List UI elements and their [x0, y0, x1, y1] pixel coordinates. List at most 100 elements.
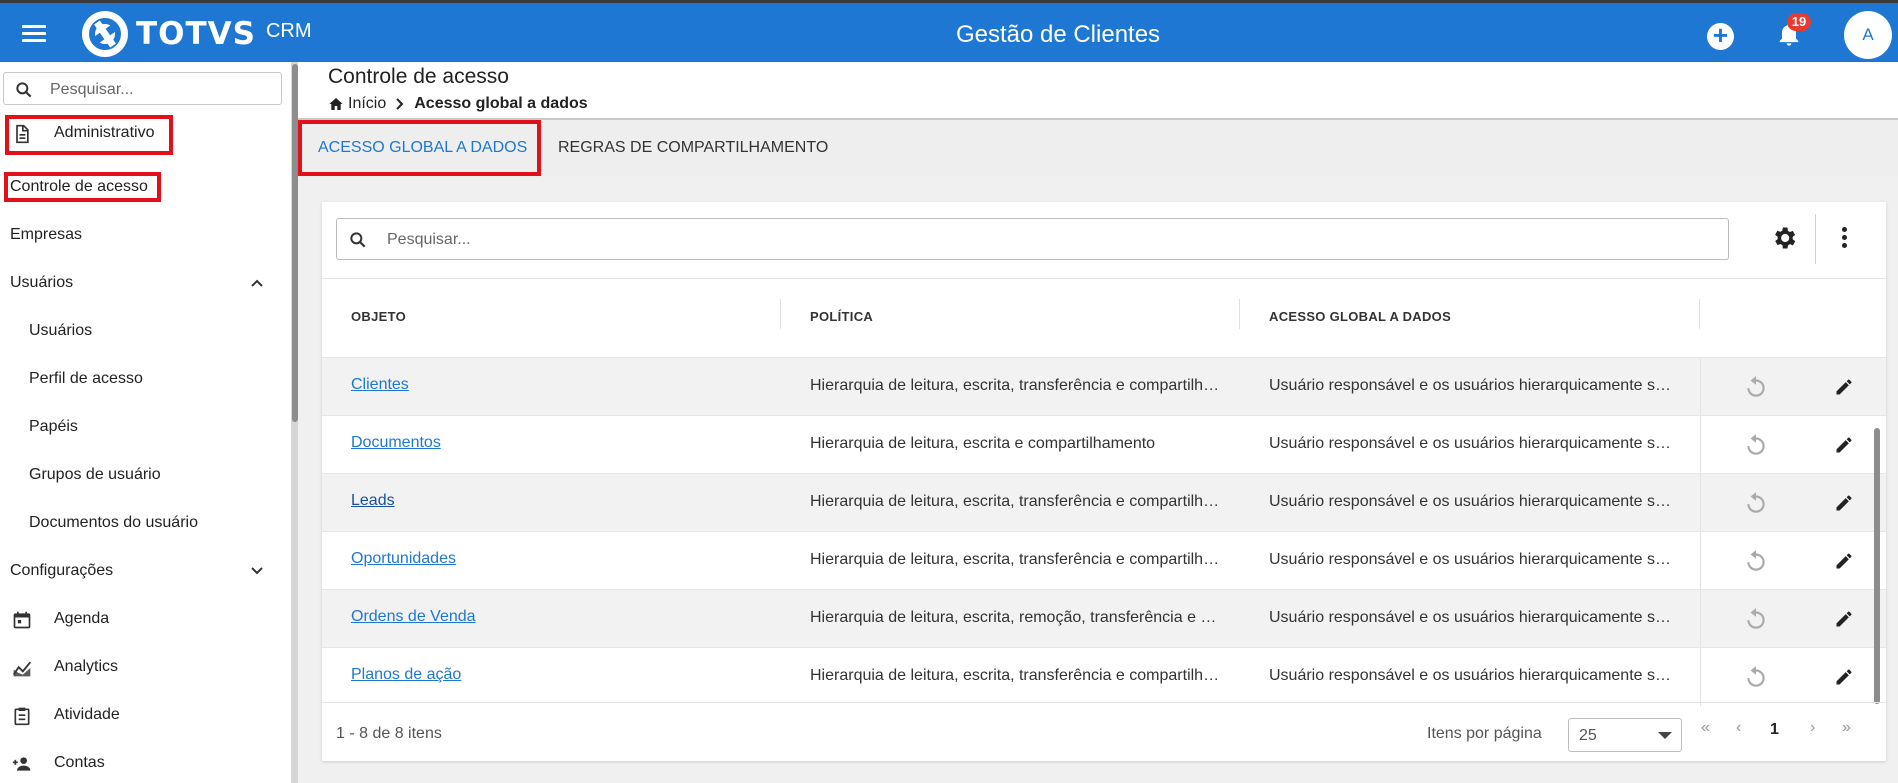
- sidebar-item-label: Empresas: [10, 226, 83, 243]
- gear-icon[interactable]: [1770, 224, 1798, 252]
- first-page-button[interactable]: «: [1701, 719, 1710, 737]
- chevron-right-icon: [396, 98, 404, 110]
- column-divider[interactable]: [780, 299, 781, 329]
- table-row: Oportunidades Hierarquia de leitura, esc…: [322, 531, 1886, 590]
- table-search-input[interactable]: Pesquisar...: [336, 218, 1729, 260]
- toolbar-divider: [1815, 214, 1816, 264]
- reset-icon[interactable]: [1743, 374, 1769, 400]
- policy-cell: Hierarquia de leitura, escrita, transfer…: [810, 551, 1220, 568]
- highlight-box: [4, 172, 161, 202]
- data-table-card: Pesquisar... OBJETO POLÍTICA ACESSO GLOB…: [322, 202, 1886, 761]
- action-divider: [1700, 474, 1701, 532]
- action-divider: [1700, 590, 1701, 648]
- table-scrollbar-thumb[interactable]: [1874, 428, 1880, 704]
- sidebar-item-documentos-do-usuario[interactable]: Documentos do usuário: [0, 503, 291, 543]
- sidebar-item-atividade[interactable]: Atividade: [0, 695, 291, 735]
- object-link[interactable]: Oportunidades: [351, 550, 456, 568]
- sidebar-group-usuarios[interactable]: Usuários: [0, 263, 291, 303]
- calendar-icon: [13, 611, 31, 629]
- current-page[interactable]: 1: [1770, 721, 1779, 739]
- reset-icon[interactable]: [1743, 548, 1769, 574]
- user-avatar[interactable]: A: [1844, 11, 1892, 59]
- table-header: OBJETO POLÍTICA ACESSO GLOBAL A DADOS: [322, 278, 1886, 348]
- sidebar-item-papeis[interactable]: Papéis: [0, 407, 291, 447]
- tab-regras-de-compartilhamento[interactable]: REGRAS DE COMPARTILHAMENTO: [558, 120, 828, 176]
- policy-cell: Hierarquia de leitura, escrita, transfer…: [810, 377, 1220, 394]
- access-cell: Usuário responsável e os usuários hierar…: [1269, 493, 1674, 510]
- table-row: Clientes Hierarquia de leitura, escrita,…: [322, 357, 1886, 416]
- sidebar-item-label: Contas: [54, 754, 105, 771]
- page-header: Controle de acesso Início Acesso global …: [298, 62, 1898, 120]
- sidebar-item-label: Grupos de usuário: [29, 466, 161, 483]
- breadcrumb-home[interactable]: Início: [348, 95, 386, 113]
- top-app-bar: TOTVS CRM Gestão de Clientes + 19 A: [0, 0, 1898, 62]
- access-cell: Usuário responsável e os usuários hierar…: [1269, 435, 1674, 452]
- edit-pencil-icon[interactable]: [1834, 435, 1854, 455]
- table-row: Ordens de Venda Hierarquia de leitura, e…: [322, 589, 1886, 648]
- add-icon[interactable]: +: [1707, 22, 1734, 50]
- object-link[interactable]: Ordens de Venda: [351, 608, 476, 626]
- sidebar-group-configuracoes[interactable]: Configurações: [0, 551, 291, 591]
- more-options-icon[interactable]: [1842, 227, 1848, 249]
- sidebar-item-label: Documentos do usuário: [29, 514, 198, 531]
- sidebar-item-empresas[interactable]: Empresas: [0, 215, 291, 255]
- object-link[interactable]: Planos de ação: [351, 666, 461, 684]
- breadcrumb: Início Acesso global a dados: [328, 95, 588, 113]
- action-divider: [1700, 648, 1701, 706]
- edit-pencil-icon[interactable]: [1834, 609, 1854, 629]
- column-header-objeto[interactable]: OBJETO: [351, 309, 406, 324]
- sidebar-item-analytics[interactable]: Analytics: [0, 647, 291, 687]
- notification-badge: 19: [1787, 13, 1811, 31]
- reset-icon[interactable]: [1743, 606, 1769, 632]
- sidebar-search-placeholder: Pesquisar...: [50, 81, 134, 98]
- policy-cell: Hierarquia de leitura, escrita, transfer…: [810, 493, 1220, 510]
- previous-page-button[interactable]: ‹: [1736, 719, 1741, 737]
- edit-pencil-icon[interactable]: [1834, 667, 1854, 687]
- sidebar-item-label: Configurações: [10, 562, 114, 579]
- column-divider[interactable]: [1699, 299, 1700, 329]
- object-link[interactable]: Leads: [351, 492, 395, 510]
- reset-icon[interactable]: [1743, 432, 1769, 458]
- policy-cell: Hierarquia de leitura, escrita, remoção,…: [810, 609, 1220, 626]
- sidebar: Pesquisar... Administrativo Controle de …: [0, 62, 298, 783]
- breadcrumb-current: Acesso global a dados: [414, 95, 588, 112]
- highlight-box: [298, 120, 541, 176]
- sidebar-search-input[interactable]: Pesquisar...: [3, 72, 282, 105]
- sidebar-item-grupos-de-usuario[interactable]: Grupos de usuário: [0, 455, 291, 495]
- sidebar-item-label: Papéis: [29, 418, 78, 435]
- last-page-button[interactable]: »: [1842, 719, 1851, 737]
- column-divider[interactable]: [1239, 299, 1240, 329]
- totvs-logo[interactable]: TOTVS CRM: [82, 11, 312, 57]
- logo-text: TOTVS: [136, 16, 256, 52]
- sidebar-item-usuarios[interactable]: Usuários: [0, 311, 291, 351]
- analytics-icon: [12, 661, 32, 677]
- sidebar-item-label: Perfil de acesso: [29, 370, 143, 387]
- sidebar-item-agenda[interactable]: Agenda: [0, 599, 291, 639]
- edit-pencil-icon[interactable]: [1834, 377, 1854, 397]
- access-cell: Usuário responsável e os usuários hierar…: [1269, 667, 1674, 684]
- logo-subtitle: CRM: [265, 19, 312, 42]
- table-row: Planos de ação Hierarquia de leitura, es…: [322, 647, 1886, 706]
- next-page-button[interactable]: ›: [1810, 719, 1815, 737]
- reset-icon[interactable]: [1743, 490, 1769, 516]
- people-add-icon: [12, 757, 31, 771]
- reset-icon[interactable]: [1743, 664, 1769, 690]
- sidebar-item-contas[interactable]: Contas: [0, 743, 291, 783]
- items-per-page-select[interactable]: 25: [1568, 718, 1682, 752]
- column-header-acesso-global[interactable]: ACESSO GLOBAL A DADOS: [1269, 309, 1451, 324]
- sidebar-item-perfil-de-acesso[interactable]: Perfil de acesso: [0, 359, 291, 399]
- sidebar-item-label: Usuários: [29, 322, 93, 339]
- edit-pencil-icon[interactable]: [1834, 551, 1854, 571]
- menu-icon[interactable]: [22, 25, 46, 43]
- totvs-logo-mark-icon: [82, 11, 128, 57]
- home-icon[interactable]: [328, 96, 344, 112]
- item-count: 1 - 8 de 8 itens: [336, 725, 442, 742]
- chevron-down-icon: [251, 567, 263, 575]
- table-row: Documentos Hierarquia de leitura, escrit…: [322, 415, 1886, 474]
- object-link[interactable]: Clientes: [351, 376, 409, 394]
- page-title: Controle de acesso: [328, 65, 509, 88]
- object-link[interactable]: Documentos: [351, 434, 441, 452]
- edit-pencil-icon[interactable]: [1834, 493, 1854, 513]
- column-header-politica[interactable]: POLÍTICA: [810, 309, 873, 324]
- tab-bar: ACESSO GLOBAL A DADOS REGRAS DE COMPARTI…: [298, 120, 1898, 176]
